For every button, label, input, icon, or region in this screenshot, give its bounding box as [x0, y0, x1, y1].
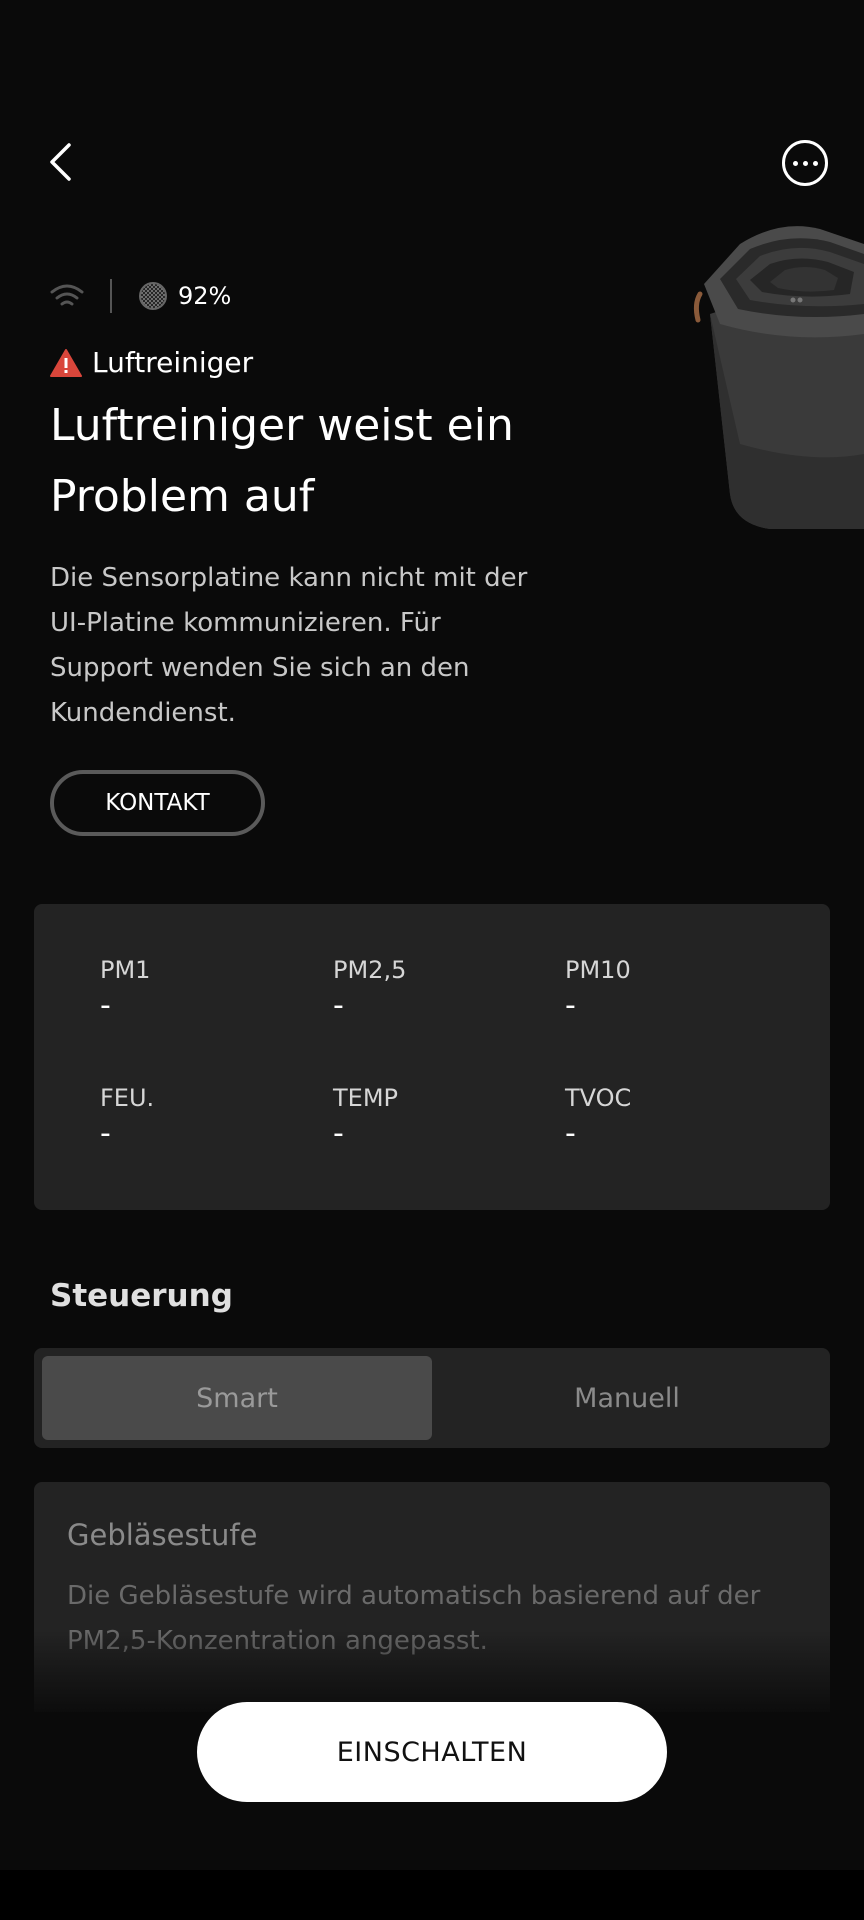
- wifi-icon: [50, 284, 84, 306]
- top-bar: [0, 0, 864, 230]
- reading-value: -: [565, 988, 576, 1023]
- control-section-title: Steuerung: [50, 1278, 233, 1314]
- power-on-button[interactable]: EINSCHALTEN: [197, 1702, 667, 1802]
- air-quality-readings: PM1 - PM2,5 - PM10 - FEU. - TEMP - TVOC …: [34, 904, 830, 1210]
- reading-pm1: PM1 -: [100, 956, 300, 1023]
- reading-tvoc: TVOC -: [565, 1084, 765, 1151]
- reading-value: -: [100, 1116, 111, 1151]
- filter-life-value: 92%: [178, 282, 232, 310]
- system-navigation-bar: [0, 1870, 864, 1920]
- device-name: Luftreiniger: [92, 346, 254, 379]
- reading-value: -: [333, 988, 344, 1023]
- reading-label: PM10: [565, 956, 631, 984]
- air-purifier-image: [693, 226, 864, 529]
- contact-button[interactable]: KONTAKT: [50, 770, 265, 836]
- reading-humidity: FEU. -: [100, 1084, 300, 1151]
- reading-pm25: PM2,5 -: [333, 956, 533, 1023]
- filter-icon: [139, 282, 167, 310]
- mode-selector: Smart Manuell: [34, 1348, 830, 1448]
- reading-label: TEMP: [333, 1084, 399, 1112]
- reading-label: TVOC: [565, 1084, 632, 1112]
- reading-label: PM2,5: [333, 956, 407, 984]
- chevron-left-icon: [50, 143, 71, 181]
- more-horizontal-icon: [792, 160, 798, 166]
- warning-triangle-icon: [50, 348, 82, 377]
- reading-temperature: TEMP -: [333, 1084, 533, 1151]
- mode-manual-button[interactable]: Manuell: [432, 1356, 822, 1440]
- more-options-button[interactable]: [782, 140, 828, 186]
- alert-device-label: Luftreiniger: [50, 346, 253, 379]
- mode-smart-button[interactable]: Smart: [42, 1356, 432, 1440]
- reading-value: -: [565, 1116, 576, 1151]
- status-divider: [110, 279, 112, 313]
- problem-title: Luftreiniger weist ein Problem auf: [50, 400, 514, 522]
- device-status-row: 92%: [50, 276, 231, 316]
- reading-label: PM1: [100, 956, 151, 984]
- reading-value: -: [333, 1116, 344, 1151]
- reading-value: -: [100, 988, 111, 1023]
- fan-speed-title: Gebläsestufe: [67, 1518, 258, 1552]
- problem-description: Die Sensorplatine kann nicht mit der UI-…: [50, 563, 528, 728]
- reading-label: FEU.: [100, 1084, 155, 1112]
- back-button[interactable]: [38, 130, 82, 194]
- reading-pm10: PM10 -: [565, 956, 765, 1023]
